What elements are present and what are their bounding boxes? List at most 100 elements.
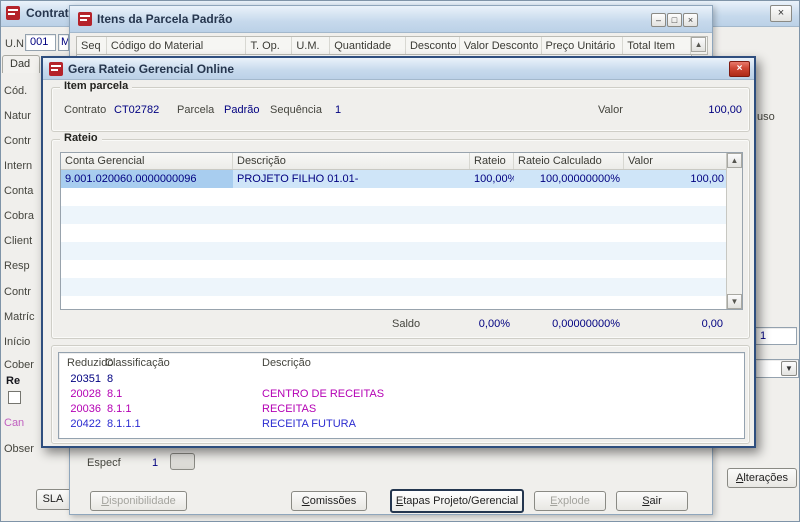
itens-restore-button[interactable]: □ <box>667 13 682 27</box>
classificacao-row[interactable]: 20351 8 <box>59 373 744 388</box>
cell-rateio-calculado: 100,00000000% <box>514 170 624 188</box>
contrato-value: CT02782 <box>114 104 160 116</box>
sla-button[interactable]: SLA <box>36 489 69 510</box>
form-label-cobranca: Cobra <box>4 210 34 222</box>
form-label-inicio: Início <box>4 336 31 348</box>
scroll-up-icon[interactable]: ▲ <box>691 37 707 52</box>
combobox-dropdown-button[interactable]: ▼ <box>781 361 797 376</box>
form-label-interno: Intern <box>4 160 33 172</box>
totvs-logo-icon <box>78 12 92 26</box>
itens-close-button[interactable]: × <box>683 13 698 27</box>
totvs-logo-icon <box>6 6 20 20</box>
un-field[interactable]: 001 <box>25 34 56 51</box>
column-header-rateio: Rateio <box>470 153 514 169</box>
column-header-rateio-calculado: Rateio Calculado <box>514 153 624 169</box>
form-label-codigo: Cód. <box>4 85 28 97</box>
column-header-um: U.M. <box>292 37 331 54</box>
sequencia-label: Sequência <box>270 104 322 116</box>
item-parcela-group-label: Item parcela <box>60 80 133 92</box>
explode-button[interactable]: Explode <box>534 491 606 511</box>
form-label-conta: Conta <box>4 185 34 197</box>
rateio-grid-empty-rows <box>61 188 728 309</box>
itens-titlebar[interactable]: Itens da Parcela Padrão <box>70 6 712 33</box>
alteracoes-button[interactable]: Alterações <box>727 468 797 488</box>
itens-grid-scrollbar[interactable]: ▲ <box>691 37 707 54</box>
especif-value: 1 <box>152 457 159 469</box>
sequencia-value: 1 <box>335 104 342 116</box>
itens-minimize-button[interactable]: – <box>651 13 666 27</box>
classificacao-group: Reduzido Classificação Descrição 20351 8… <box>51 345 750 444</box>
renovacao-group-label: Re <box>6 375 21 387</box>
column-header-codigo: Código do Material <box>107 37 247 54</box>
contrato-label: Contrato <box>64 104 107 116</box>
form-label-matricula: Matríc <box>4 311 35 323</box>
un-label: U.N. <box>5 38 27 50</box>
column-header-desconto: Desconto <box>406 37 460 54</box>
column-header-valor: Valor <box>628 155 653 167</box>
classificacao-list: Reduzido Classificação Descrição 20351 8… <box>58 352 745 439</box>
valor-label: Valor <box>598 104 623 116</box>
rateio-grid-header: Conta Gerencial Descrição Rateio Rateio … <box>61 153 728 170</box>
close-icon: × <box>736 63 743 74</box>
classificacao-row[interactable]: 20422 8.1.1.1 RECEITA FUTURA <box>59 418 744 433</box>
column-header-seq: Seq <box>77 37 107 54</box>
renovacao-checkbox[interactable] <box>8 391 21 404</box>
rateio-selected-row[interactable]: 9.001.020060.0000000096 PROJETO FILHO 01… <box>61 170 728 188</box>
column-header-descricao: Descrição <box>262 357 311 369</box>
saldo-rateio-calculado-value: 0,00000000% <box>552 318 620 330</box>
rateio-dialog-titlebar[interactable]: Gera Rateio Gerencial Online × <box>43 58 754 80</box>
minimize-icon: – <box>655 15 661 25</box>
form-label-cliente: Client <box>4 235 33 247</box>
cell-conta-gerencial: 9.001.020060.0000000096 <box>61 170 233 188</box>
sair-button[interactable]: Sair <box>616 491 688 511</box>
close-icon: × <box>777 7 785 19</box>
tab-dados[interactable]: Dad <box>2 55 40 73</box>
parcela-value: Padrão <box>224 104 260 116</box>
classificacao-row[interactable]: 20028 8.1 CENTRO DE RECEITAS <box>59 388 744 403</box>
column-header-quantidade: Quantidade <box>330 37 406 54</box>
item-parcela-group: Item parcela Contrato CT02782 Parcela Pa… <box>51 80 750 132</box>
rateio-dialog-close-button[interactable]: × <box>729 61 750 77</box>
cell-rateio: 100,00% <box>470 170 514 188</box>
etapas-projeto-gerencial-button[interactable]: Etapas Projeto/Gerencial <box>390 489 524 513</box>
observacao-label: Obser <box>4 443 34 455</box>
rateio-group-label: Rateio <box>60 132 102 144</box>
column-header-total-item: Total Item <box>623 37 692 54</box>
rateio-grid-scrollbar[interactable]: ▲ ▼ <box>726 153 742 309</box>
form-label-contrato: Contr <box>4 135 31 147</box>
column-header-top: T. Op. <box>246 37 293 54</box>
uso-label-fragment: uso <box>757 111 775 123</box>
scroll-down-icon[interactable]: ▼ <box>727 294 742 309</box>
chevron-down-icon: ▼ <box>785 364 793 373</box>
comissoes-button[interactable]: Comissões <box>291 491 367 511</box>
totvs-logo-icon <box>49 62 63 76</box>
right-number-field[interactable]: 1 <box>755 327 797 345</box>
rateio-grid: Conta Gerencial Descrição Rateio Rateio … <box>60 152 743 310</box>
right-combobox[interactable]: ▼ <box>755 359 799 378</box>
contratos-close-button[interactable]: × <box>770 5 792 22</box>
form-label-natureza: Natur <box>4 110 31 122</box>
column-header-valor-desconto: Valor Desconto <box>460 37 542 54</box>
column-header-classificacao: Classificação <box>105 357 170 369</box>
form-label-resp: Resp <box>4 260 30 272</box>
saldo-label: Saldo <box>392 318 421 330</box>
column-header-conta-gerencial: Conta Gerencial <box>61 153 233 169</box>
especif-ellipsis-button[interactable] <box>170 453 195 470</box>
scroll-up-icon[interactable]: ▲ <box>727 153 742 168</box>
column-header-descricao: Descrição <box>233 153 470 169</box>
screen: Contratos × U.N. 001 M Dad Cód. Natur Co… <box>0 0 800 522</box>
restore-icon: □ <box>671 15 678 25</box>
rateio-group: Rateio Conta Gerencial Descrição Rateio … <box>51 132 750 339</box>
un-description-field[interactable]: M <box>58 34 69 51</box>
column-header-preco-unitario: Preço Unitário <box>542 37 624 54</box>
especif-label: Especf <box>87 457 121 469</box>
parcela-label: Parcela <box>177 104 215 116</box>
saldo-valor-value: 0,00 <box>701 318 723 330</box>
form-label-contrato2: Contr <box>4 286 31 298</box>
classificacao-row[interactable]: 20036 8.1.1 RECEITAS <box>59 403 744 418</box>
close-icon: × <box>687 15 694 25</box>
rateio-dialog-title: Gera Rateio Gerencial Online <box>68 62 235 76</box>
itens-window-title: Itens da Parcela Padrão <box>97 12 233 26</box>
itens-grid-header: Seq Código do Material T. Op. U.M. Quant… <box>76 36 708 55</box>
disponibilidade-button[interactable]: Disponibilidade <box>90 491 187 511</box>
